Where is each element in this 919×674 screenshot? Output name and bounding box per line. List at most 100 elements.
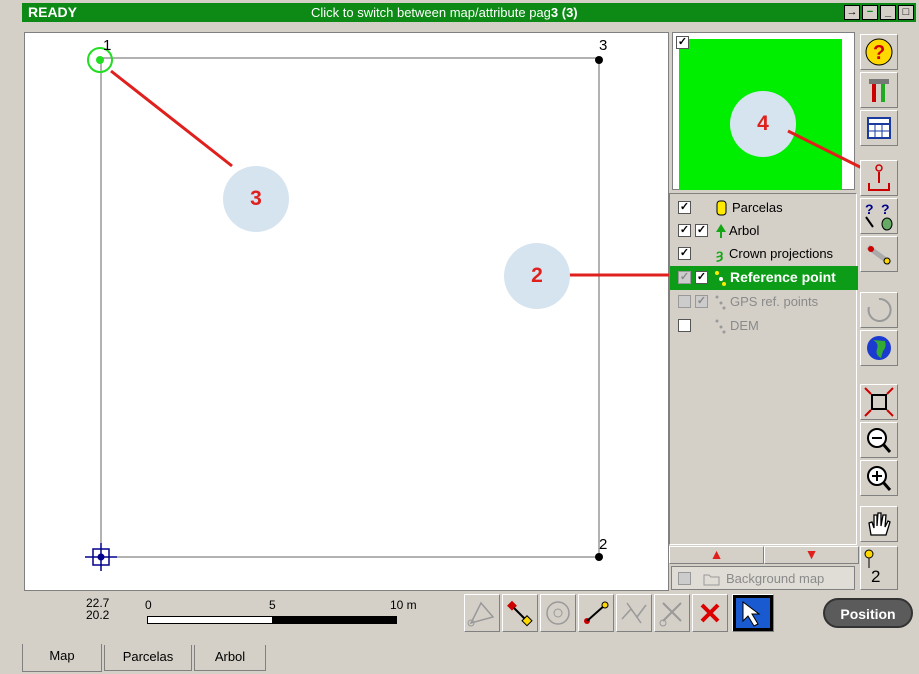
tree-icon	[716, 224, 726, 238]
arrow-cursor-icon	[736, 598, 770, 628]
layer-select-checkbox[interactable]: ✓	[695, 271, 708, 284]
insert-point-icon	[868, 164, 890, 191]
polygon-icon	[546, 601, 570, 625]
callout-line-4	[787, 129, 865, 171]
switch-page-message[interactable]: Click to switch between map/attribute pa…	[311, 5, 578, 20]
layer-dem[interactable]: DEM	[670, 314, 858, 338]
polygon-layer-icon	[716, 200, 727, 216]
point-layer-icon	[715, 271, 726, 286]
move-layer-down-button[interactable]: ▼	[764, 546, 859, 564]
zoom-out-button[interactable]	[860, 422, 898, 458]
point-label-3: 3	[599, 37, 608, 54]
layer-gps-ref-points[interactable]: ✓ GPS ref. points	[670, 290, 858, 314]
map-canvas[interactable]: 1 3 2 3 2	[24, 32, 670, 591]
crosshair-marker	[85, 543, 117, 571]
tab-arbol[interactable]: Arbol	[194, 645, 266, 671]
layer-list[interactable]: ✓ Parcelas ✓ ✓ Arbol ✓ ȝ Crown projectio…	[669, 193, 858, 545]
background-map-label: Background map	[726, 571, 825, 586]
delete-icon	[700, 603, 720, 623]
attribute-table-button[interactable]	[860, 110, 898, 146]
move-point-tool[interactable]	[502, 594, 538, 632]
tab-map[interactable]: Map	[22, 644, 102, 672]
tools-button[interactable]	[860, 72, 898, 108]
rotate-icon	[867, 297, 892, 322]
rotate-tool[interactable]	[860, 292, 898, 328]
tab-parcelas[interactable]: Parcelas	[104, 645, 192, 671]
move-point-icon	[507, 600, 533, 627]
layer-visible-checkbox[interactable]	[678, 295, 691, 308]
callout-badge-2: 2	[504, 243, 570, 309]
zoom-in-button[interactable]	[860, 460, 898, 496]
layer-visible-checkbox[interactable]	[678, 319, 691, 332]
split-tool[interactable]	[616, 594, 652, 632]
line-icon	[584, 601, 609, 624]
layer-label: Parcelas	[732, 200, 783, 215]
zoom-out-icon	[867, 428, 892, 453]
scale-tick-10: 10 m	[390, 598, 417, 612]
cut-tool[interactable]	[654, 594, 690, 632]
globe-button[interactable]	[860, 330, 898, 366]
globe-icon	[867, 336, 891, 360]
plot-boundary	[100, 57, 600, 558]
layer-reference-point[interactable]: ✓ ✓ Reference point	[670, 266, 858, 290]
point-layer-icon	[715, 319, 726, 334]
layer-select-checkbox[interactable]: ✓	[695, 295, 708, 308]
zoom-extent-button[interactable]	[860, 384, 898, 420]
identify-tool[interactable]: ??	[860, 198, 898, 234]
scale-tick-0: 0	[145, 598, 152, 612]
layer-label: DEM	[730, 318, 759, 333]
restore-button[interactable]: −	[862, 5, 878, 20]
crown-icon: ȝ	[716, 246, 723, 262]
pan-button[interactable]	[860, 506, 898, 542]
scale-area: 22.7 20.2 0 5 10 m	[24, 594, 461, 634]
add-line-tool[interactable]	[578, 594, 614, 632]
maximize-button[interactable]: □	[898, 5, 914, 20]
zoom-in-icon	[867, 466, 892, 491]
selected-count-indicator[interactable]: 2	[860, 546, 898, 590]
layer-visible-checkbox[interactable]: ✓	[678, 201, 691, 214]
layer-label: Crown projections	[729, 246, 834, 261]
svg-text:?: ?	[873, 42, 885, 64]
hand-icon	[868, 512, 891, 536]
split-icon	[621, 602, 647, 624]
svg-text:?: ?	[865, 201, 874, 217]
polygon-tool[interactable]	[540, 594, 576, 632]
layer-visible-checkbox[interactable]: ✓	[678, 271, 691, 284]
add-point-tool[interactable]	[860, 160, 898, 196]
layer-arbol[interactable]: ✓ ✓ Arbol	[670, 219, 858, 243]
layer-parcelas[interactable]: ✓ Parcelas	[670, 196, 858, 220]
selected-count: 2	[871, 567, 881, 586]
layer-visible-checkbox[interactable]: ✓	[678, 247, 691, 260]
layer-label: GPS ref. points	[730, 294, 819, 309]
coordinate-bottom: 20.2	[86, 608, 110, 622]
overview-checkbox[interactable]: ✓	[676, 36, 689, 49]
layer-crown-projections[interactable]: ✓ ȝ Crown projections	[670, 242, 858, 266]
select-arrow-tool[interactable]	[732, 594, 774, 632]
move-layer-up-button[interactable]: ▲	[669, 546, 764, 564]
svg-text:?: ?	[881, 201, 890, 217]
background-map-checkbox[interactable]	[678, 572, 691, 585]
callout-line-3	[110, 69, 233, 168]
forward-button[interactable]: →	[844, 5, 860, 20]
layer-visible-checkbox[interactable]: ✓	[678, 224, 691, 237]
status-text: READY	[28, 4, 78, 20]
scale-tick-5: 5	[269, 598, 276, 612]
ruler-icon	[866, 244, 892, 266]
minimize-button[interactable]: _	[880, 5, 896, 20]
zoom-extent-icon	[864, 387, 894, 417]
edit-vertex-tool[interactable]	[464, 594, 500, 632]
help-button[interactable]: ?	[860, 34, 898, 70]
point-layer-icon	[715, 295, 726, 310]
position-button[interactable]: Position	[823, 598, 913, 628]
layer-label: Arbol	[729, 223, 760, 238]
measure-tool[interactable]	[860, 236, 898, 272]
layer-select-checkbox[interactable]: ✓	[695, 224, 708, 237]
svg-text:ȝ: ȝ	[716, 246, 723, 262]
query-icon: ??	[865, 201, 893, 231]
background-map-toggle[interactable]: Background map	[671, 566, 855, 590]
point-marker-icon	[864, 549, 874, 568]
folder-icon	[703, 574, 720, 586]
reference-point-3	[595, 56, 603, 64]
delete-tool[interactable]	[692, 594, 728, 632]
title-bar[interactable]: READY Click to switch between map/attrib…	[22, 3, 916, 22]
